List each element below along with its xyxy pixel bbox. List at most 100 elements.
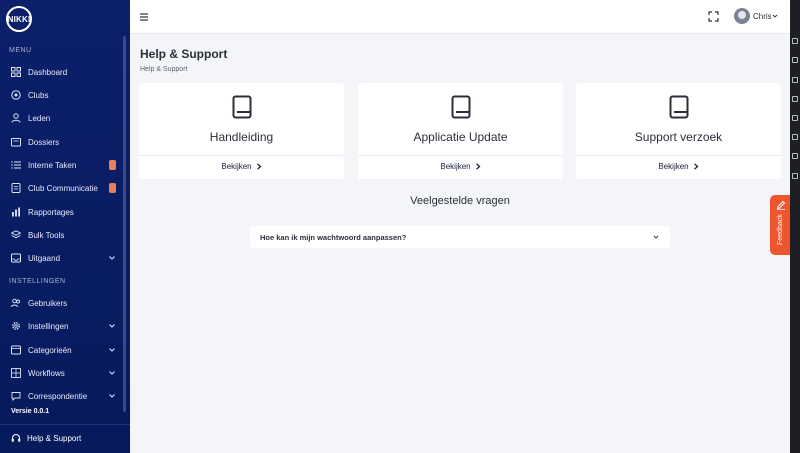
toolbar-icon[interactable]	[792, 134, 798, 140]
sidebar-item-label: Instellingen	[28, 321, 69, 331]
layers-icon	[11, 230, 21, 240]
chart-icon	[11, 207, 21, 217]
chevron-right-icon	[475, 163, 481, 170]
sidebar-item-gebruikers[interactable]: Gebruikers	[0, 293, 126, 313]
toolbar-icon[interactable]	[792, 57, 798, 63]
sidebar-item-label: Dossiers	[28, 137, 60, 147]
toolbar-icon[interactable]	[792, 96, 798, 102]
card-divider	[576, 155, 781, 156]
sidebar-item-correspondentie[interactable]: Correspondentie	[0, 386, 126, 406]
view-link-label: Bekijken	[440, 162, 471, 171]
gear-icon	[11, 321, 21, 331]
topbar: Chris	[130, 0, 790, 34]
chevron-down-icon	[109, 324, 115, 328]
chevron-down-icon	[109, 348, 115, 352]
card-support-verzoek[interactable]: Support verzoek Bekijken	[576, 83, 781, 179]
view-link[interactable]: Bekijken	[139, 162, 344, 171]
feedback-label: Feedback	[777, 214, 784, 245]
chevron-down-icon	[109, 394, 115, 398]
card-handleiding[interactable]: Handleiding Bekijken	[139, 83, 344, 179]
inbox-icon	[11, 253, 21, 263]
folder-icon	[11, 137, 21, 147]
sidebar-item-dossiers[interactable]: Dossiers	[0, 132, 126, 152]
hamburger-menu-icon[interactable]	[139, 12, 149, 22]
sidebar-item-label: Club Communicatie	[28, 183, 98, 193]
app-version: Versie 0.0.1	[11, 408, 50, 415]
sidebar-item-label: Dashboard	[28, 67, 68, 77]
view-link[interactable]: Bekijken	[576, 162, 781, 171]
sidebar-divider	[0, 424, 130, 425]
card-divider	[139, 155, 344, 156]
view-link-label: Bekijken	[658, 162, 689, 171]
sidebar-item-label: Gebruikers	[28, 298, 68, 308]
chevron-right-icon	[693, 163, 699, 170]
breadcrumb[interactable]: Help & Support	[140, 66, 187, 73]
sidebar-item-label: Clubs	[28, 90, 49, 100]
card-title: Handleiding	[209, 130, 274, 144]
workflow-icon	[11, 368, 21, 378]
sidebar-item-categorieen[interactable]: Categorieën	[0, 340, 126, 360]
page-title: Help & Support	[140, 47, 228, 61]
app-logo[interactable]: NIKKI	[6, 6, 32, 32]
sidebar-item-clubs[interactable]: Clubs	[0, 85, 126, 105]
notification-badge	[109, 183, 116, 193]
book-icon	[669, 95, 689, 119]
sidebar-item-rapportages[interactable]: Rapportages	[0, 202, 126, 222]
sidebar-item-label: Help & Support	[27, 433, 82, 443]
fullscreen-icon[interactable]	[708, 11, 719, 22]
card-title: Support verzoek	[634, 130, 723, 144]
chevron-down-icon	[653, 235, 659, 239]
notification-badge	[109, 160, 116, 170]
card-divider	[358, 155, 563, 156]
sidebar-item-dashboard[interactable]: Dashboard	[0, 62, 126, 82]
faq-item[interactable]: Hoe kan ik mijn wachtwoord aanpassen?	[250, 226, 670, 248]
sidebar-item-help-support[interactable]: Help & Support	[0, 428, 130, 448]
avatar[interactable]	[734, 8, 750, 24]
settings-section-label: INSTELLINGEN	[9, 278, 66, 285]
sidebar-item-leden[interactable]: Leden	[0, 108, 126, 128]
card-title: Applicatie Update	[413, 130, 508, 144]
sidebar-item-label: Correspondentie	[28, 391, 88, 401]
chevron-down-icon	[109, 371, 115, 375]
toolbar-icon[interactable]	[792, 115, 798, 121]
headset-icon	[11, 434, 21, 442]
faq-question: Hoe kan ik mijn wachtwoord aanpassen?	[260, 232, 407, 242]
book-icon	[451, 95, 471, 119]
sidebar-item-label: Interne Taken	[28, 160, 77, 170]
faq-heading: Veelgestelde vragen	[410, 195, 510, 207]
list-icon	[11, 160, 21, 170]
mail-icon	[11, 183, 21, 193]
category-icon	[11, 345, 21, 355]
user-icon	[11, 113, 21, 123]
club-icon	[11, 90, 21, 100]
chevron-down-icon	[109, 256, 115, 260]
menu-section-label: MENU	[9, 47, 32, 54]
toolbar-icon[interactable]	[792, 173, 798, 179]
sidebar-item-club-communicatie[interactable]: Club Communicatie	[0, 178, 126, 198]
right-edge-toolbar	[790, 0, 800, 453]
chevron-down-icon[interactable]	[772, 13, 778, 19]
card-applicatie-update[interactable]: Applicatie Update Bekijken	[358, 83, 563, 179]
sidebar-item-workflows[interactable]: Workflows	[0, 363, 126, 383]
sidebar-item-label: Categorieën	[28, 345, 72, 355]
sidebar-item-label: Bulk Tools	[28, 230, 65, 240]
book-icon	[232, 95, 252, 119]
view-link[interactable]: Bekijken	[358, 162, 563, 171]
toolbar-icon[interactable]	[792, 38, 798, 44]
sidebar-scrollbar[interactable]	[123, 36, 126, 412]
sidebar-item-label: Leden	[28, 113, 51, 123]
view-link-label: Bekijken	[221, 162, 252, 171]
chevron-right-icon	[256, 163, 262, 170]
feedback-button[interactable]: Feedback	[770, 195, 792, 255]
sidebar-item-instellingen[interactable]: Instellingen	[0, 316, 126, 336]
sidebar-item-label: Workflows	[28, 368, 65, 378]
toolbar-icon[interactable]	[792, 153, 798, 159]
sidebar-item-interne-taken[interactable]: Interne Taken	[0, 155, 126, 175]
chat-icon	[11, 391, 21, 401]
username[interactable]: Chris	[753, 12, 772, 21]
grid-icon	[11, 67, 21, 77]
toolbar-icon[interactable]	[792, 77, 798, 83]
sidebar-item-bulk-tools[interactable]: Bulk Tools	[0, 225, 126, 245]
sidebar-item-uitgaand[interactable]: Uitgaand	[0, 248, 126, 268]
users-icon	[11, 298, 21, 308]
